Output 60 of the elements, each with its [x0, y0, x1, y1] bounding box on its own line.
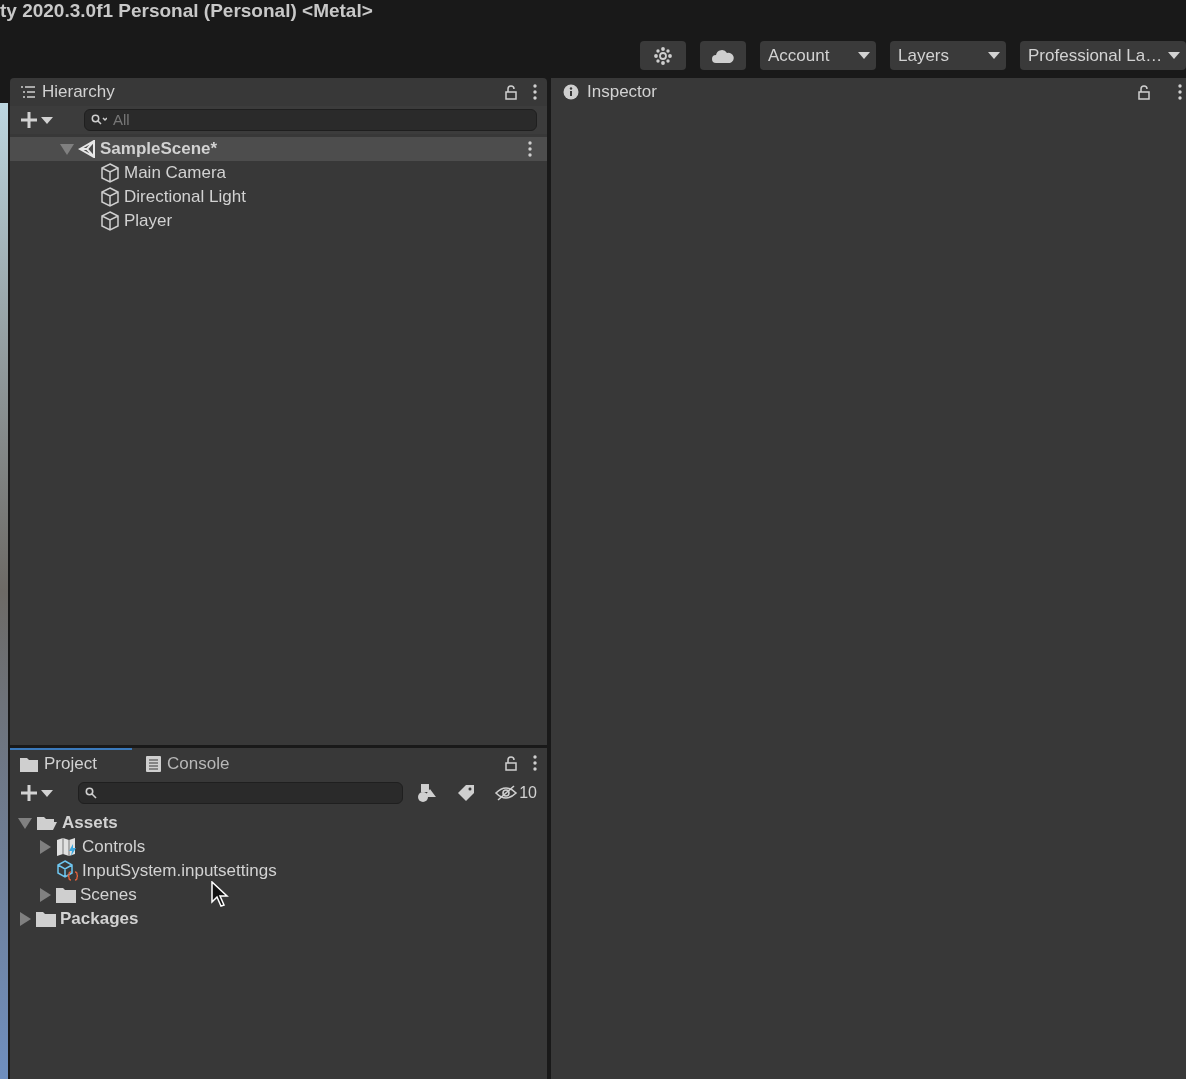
cube-icon	[100, 187, 120, 207]
caret-icon	[1168, 52, 1180, 59]
tree-item[interactable]: Scenes	[80, 882, 137, 908]
plus-icon	[20, 111, 38, 129]
lock-icon[interactable]	[505, 84, 517, 100]
search-icon	[84, 787, 97, 799]
cube-icon	[100, 211, 120, 231]
caret-icon	[41, 789, 53, 797]
tree-item[interactable]: Main Camera	[124, 160, 227, 186]
window-title: ty 2020.3.0f1 Personal (Personal) <Metal>	[0, 0, 373, 22]
document-lines-icon	[146, 756, 161, 772]
more-options-icon[interactable]	[533, 84, 537, 100]
search-field[interactable]: All	[84, 109, 537, 131]
folder-icon	[36, 911, 56, 927]
collapsed-arrow-icon[interactable]	[38, 840, 52, 854]
sun-icon	[654, 46, 672, 65]
folder-icon	[56, 887, 76, 903]
tree-item[interactable]: Assets	[62, 810, 118, 836]
dropdown[interactable]: Layers	[890, 41, 1006, 70]
caret-icon	[858, 52, 870, 59]
lighting-button[interactable]	[640, 41, 686, 70]
map-icon	[56, 837, 78, 857]
more-options-icon[interactable]	[528, 141, 532, 157]
tag-icon[interactable]	[457, 784, 476, 802]
tree-item[interactable]: Directional Light	[124, 184, 246, 210]
unity-logo-icon	[78, 140, 96, 158]
cloud-button[interactable]	[700, 41, 746, 70]
tree-item[interactable]: Packages	[60, 906, 139, 932]
eye-slash-icon[interactable]	[495, 785, 518, 801]
open-folder-icon	[36, 814, 58, 832]
tab[interactable]: Console	[132, 748, 244, 778]
mouse-pointer-icon	[211, 881, 229, 907]
list-icon	[20, 85, 36, 99]
search-field[interactable]	[77, 782, 404, 804]
collapsed-arrow-icon[interactable]	[18, 912, 32, 926]
cube-braces-icon	[56, 860, 78, 882]
panel-title: Inspector	[587, 81, 657, 104]
shapes-icon[interactable]	[417, 783, 438, 803]
caret-icon	[41, 116, 53, 124]
hidden-count: 10	[519, 783, 537, 803]
panel-title: Hierarchy	[42, 81, 115, 104]
collapsed-arrow-icon[interactable]	[38, 888, 52, 902]
tab[interactable]: Project	[10, 748, 132, 778]
cube-icon	[100, 163, 120, 183]
cloud-icon	[712, 48, 734, 63]
folder-icon	[20, 756, 38, 772]
dropdown[interactable]: Professional La…	[1020, 41, 1186, 70]
tree-item[interactable]: Player	[124, 208, 173, 234]
lock-icon[interactable]	[505, 755, 517, 771]
dropdown[interactable]: Account	[760, 41, 876, 70]
info-icon	[563, 84, 579, 100]
caret-icon	[988, 52, 1000, 59]
lock-icon[interactable]	[1138, 84, 1150, 100]
plus-icon	[20, 784, 38, 802]
tree-item[interactable]: Controls	[82, 834, 146, 860]
more-options-icon[interactable]	[1178, 84, 1182, 100]
search-icon	[91, 114, 107, 126]
tree-item[interactable]: InputSystem.inputsettings	[82, 858, 277, 884]
more-options-icon[interactable]	[533, 755, 537, 771]
expanded-arrow-icon[interactable]	[18, 816, 32, 830]
